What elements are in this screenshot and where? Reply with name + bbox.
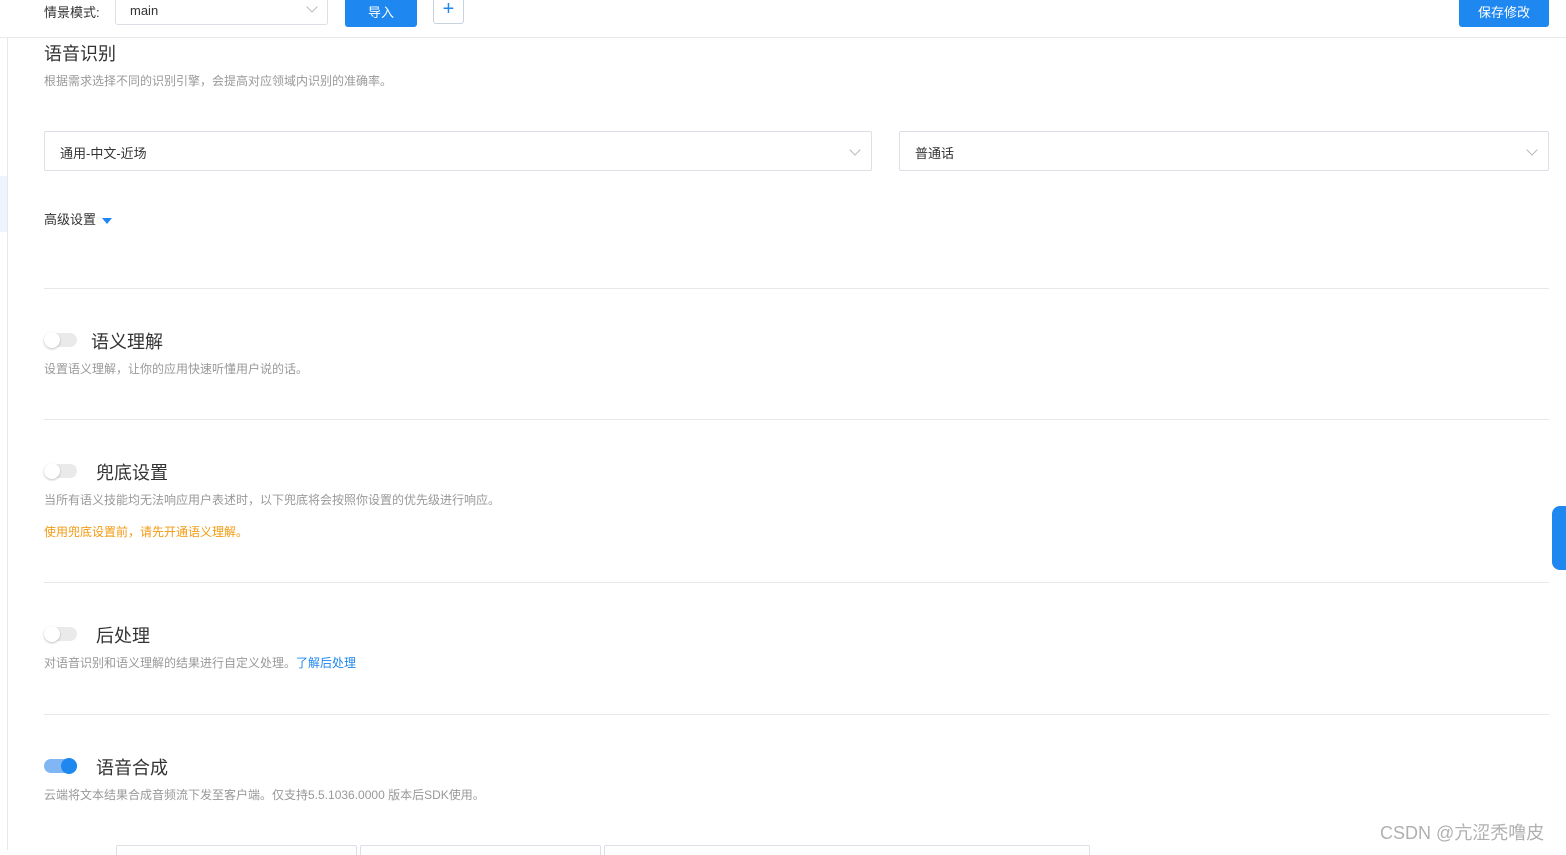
tts-option-select[interactable]: [604, 845, 1090, 855]
top-toolbar: 情景模式: main 导入 + 保存修改: [0, 0, 1566, 38]
postprocess-description-line: 对语音识别和语义理解的结果进行自定义处理。了解后处理: [44, 654, 356, 671]
left-panel-border: [7, 37, 8, 850]
section-divider: [44, 419, 1549, 420]
fallback-toggle[interactable]: [44, 463, 77, 479]
asr-language-select[interactable]: 普通话: [899, 131, 1549, 171]
toggle-knob: [44, 463, 60, 479]
asr-engine-select[interactable]: 通用-中文-近场: [44, 131, 872, 171]
section-divider: [44, 714, 1549, 715]
advanced-settings-toggle[interactable]: 高级设置: [44, 209, 113, 228]
section-divider: [44, 288, 1549, 289]
watermark-text: CSDN @亢涩秃噜皮: [1380, 823, 1545, 843]
toggle-knob: [61, 758, 77, 774]
import-button[interactable]: 导入: [345, 0, 417, 27]
scene-mode-value: main: [130, 3, 159, 18]
tts-description: 云端将文本结果合成音频流下发至客户端。仅支持5.5.1036.0000 版本后S…: [44, 788, 485, 802]
scene-mode-label: 情景模式:: [44, 5, 100, 20]
scene-mode-select[interactable]: main: [115, 0, 328, 25]
asr-language-value: 普通话: [915, 146, 955, 161]
tts-option-select[interactable]: [360, 845, 601, 855]
fallback-description: 当所有语义技能均无法响应用户表述时，以下兜底将会按照你设置的优先级进行响应。: [44, 493, 501, 507]
postprocess-description: 对语音识别和语义理解的结果进行自定义处理。: [44, 656, 297, 670]
section-divider: [44, 582, 1549, 583]
chevron-down-icon: [849, 144, 861, 156]
learn-postprocess-link[interactable]: 了解后处理: [296, 656, 356, 670]
tts-title: 语音合成: [96, 758, 168, 778]
asr-title: 语音识别: [44, 44, 116, 64]
fallback-title: 兜底设置: [96, 463, 168, 483]
asr-description: 根据需求选择不同的识别引擎，会提高对应领域内识别的准确率。: [44, 74, 393, 88]
postprocess-toggle[interactable]: [44, 626, 77, 642]
fallback-warning: 使用兜底设置前，请先开通语义理解。: [44, 525, 249, 539]
chevron-down-icon: [1526, 144, 1538, 156]
nlu-toggle[interactable]: [44, 332, 77, 348]
postprocess-title: 后处理: [96, 626, 150, 646]
advanced-settings-label: 高级设置: [44, 212, 97, 227]
toggle-knob: [44, 332, 60, 348]
add-scene-button[interactable]: +: [433, 0, 464, 24]
left-panel-active-marker: [0, 176, 7, 232]
caret-down-icon: [102, 217, 113, 224]
floating-side-tab[interactable]: [1552, 506, 1566, 570]
chevron-down-icon: [306, 1, 318, 13]
nlu-title: 语义理解: [91, 332, 163, 352]
toggle-knob: [44, 626, 60, 642]
asr-engine-value: 通用-中文-近场: [60, 146, 147, 161]
tts-toggle[interactable]: [44, 758, 77, 774]
save-changes-button[interactable]: 保存修改: [1459, 0, 1549, 27]
tts-option-select[interactable]: [116, 845, 357, 855]
nlu-description: 设置语义理解，让你的应用快速听懂用户说的话。: [44, 362, 309, 376]
